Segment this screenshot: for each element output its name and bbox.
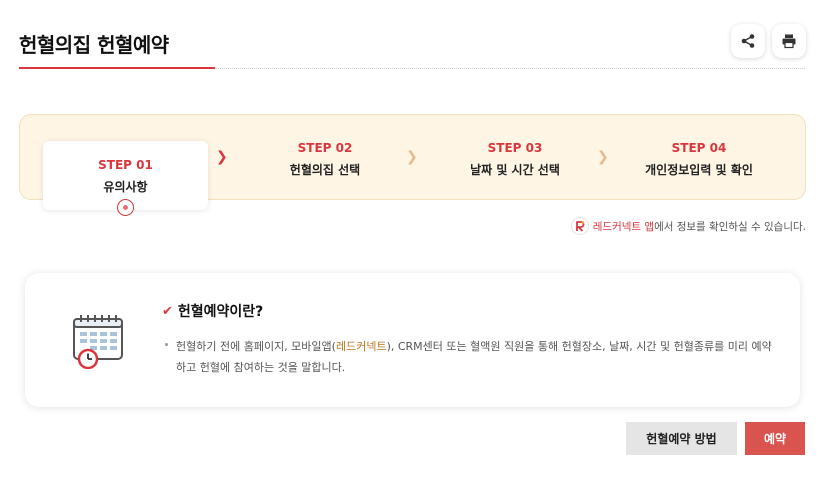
info-description: 헌혈하기 전에 홈페이지, 모바일앱(레드커넥트), CRM센터 또는 혈액원 …: [176, 336, 776, 378]
step-4-tab: STEP 04 개인정보입력 및 확인: [624, 141, 774, 178]
info-desc-part1: 헌혈하기 전에 홈페이지, 모바일앱(: [176, 340, 336, 353]
chevron-right-icon: ❯: [406, 149, 418, 165]
title-underline: [19, 67, 215, 69]
share-button[interactable]: [731, 24, 765, 58]
step-3-number: STEP 03: [487, 141, 543, 155]
info-title-text: 헌혈예약이란?: [177, 304, 264, 320]
step-4-label: 개인정보입력 및 확인: [645, 163, 753, 177]
step-2-tab: STEP 02 헌혈의집 선택: [250, 141, 400, 178]
redconnect-logo-icon: [570, 217, 589, 235]
reservation-method-button[interactable]: 헌혈예약 방법: [626, 422, 737, 455]
app-note-text: 에서 정보를 확인하실 수 있습니다.: [654, 220, 806, 233]
step-2-label: 헌혈의집 선택: [289, 163, 361, 177]
app-info-note: 레드커넥트 앱 에서 정보를 확인하실 수 있습니다.: [570, 217, 806, 235]
title-divider: [215, 68, 805, 69]
check-icon: ✔: [162, 303, 173, 319]
chevron-right-icon: ❯: [216, 149, 228, 165]
step-4-number: STEP 04: [671, 141, 727, 155]
share-icon: [741, 34, 755, 48]
step-1-number: STEP 01: [98, 158, 153, 172]
app-name-link[interactable]: 레드커넥트 앱: [593, 219, 654, 234]
step-3-label: 날짜 및 시간 선택: [470, 163, 560, 177]
step-1-label: 유의사항: [103, 180, 148, 194]
info-desc-highlight: 레드커넥트: [335, 340, 387, 353]
active-step-marker: [117, 199, 134, 216]
page-title: 헌혈의집 헌혈예약: [19, 33, 169, 57]
reserve-button[interactable]: 예약: [745, 422, 805, 455]
step-3-tab: STEP 03 날짜 및 시간 선택: [440, 141, 590, 178]
bullet-icon: [165, 343, 168, 346]
chevron-right-icon: ❯: [597, 149, 609, 165]
print-button[interactable]: [772, 24, 806, 58]
info-title: ✔ 헌혈예약이란?: [162, 301, 263, 321]
calendar-clock-icon: [71, 313, 127, 373]
step-2-number: STEP 02: [297, 141, 353, 155]
print-icon: [782, 34, 796, 49]
